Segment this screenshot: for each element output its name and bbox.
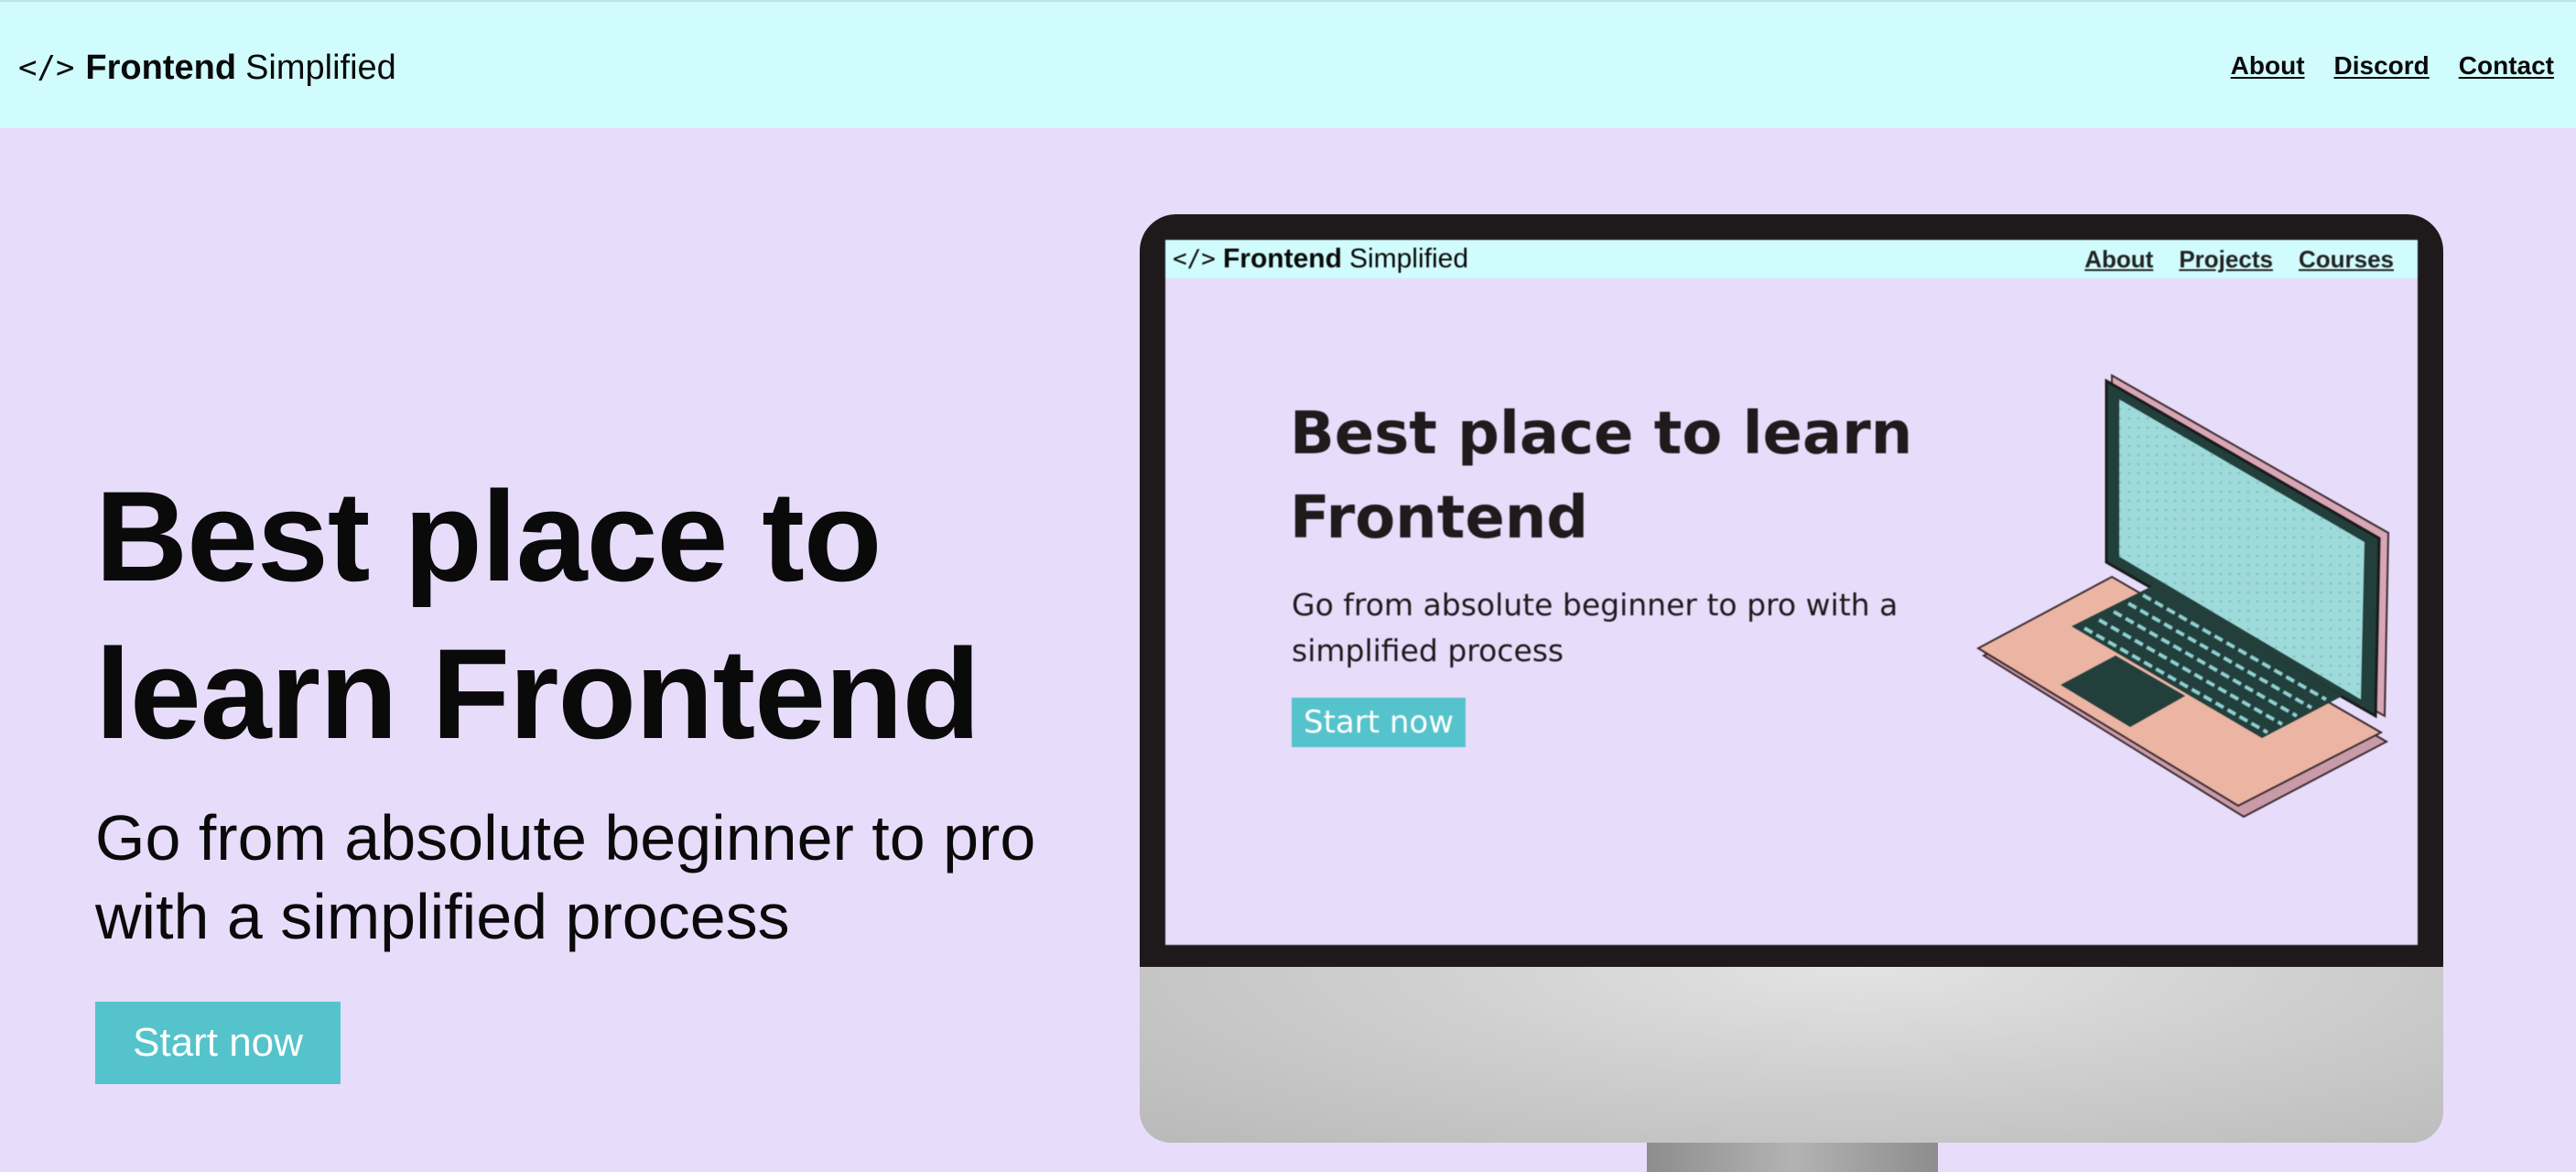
screen-hero-title: Best place to learn Frontend bbox=[1290, 392, 1949, 560]
screen-subtitle-line-2: simplified process bbox=[1292, 633, 1564, 668]
code-brackets-icon: </> bbox=[1173, 245, 1216, 273]
main-nav: About Discord Contact bbox=[2231, 51, 2554, 81]
monitor-stand bbox=[1647, 1143, 1938, 1172]
top-navbar: </> Frontend Simplified About Discord Co… bbox=[0, 0, 2576, 128]
screen-start-now-button: Start now bbox=[1292, 698, 1466, 747]
hero-subtitle-line-1: Go from absolute beginner to pro bbox=[95, 802, 1036, 874]
code-brackets-icon: </> bbox=[18, 49, 75, 86]
nav-link-discord[interactable]: Discord bbox=[2334, 51, 2430, 81]
hero-title: Best place to learn Frontend bbox=[95, 458, 1102, 773]
screen-logo-text-bold: Frontend bbox=[1222, 244, 1342, 274]
screen-navbar: </> Frontend Simplified About Projects C… bbox=[1165, 240, 2418, 278]
nav-link-about[interactable]: About bbox=[2231, 51, 2305, 81]
monitor-illustration: </> Frontend Simplified About Projects C… bbox=[1140, 214, 2443, 1172]
screen-title-line-2: Frontend bbox=[1290, 484, 1589, 552]
monitor-screen: </> Frontend Simplified About Projects C… bbox=[1165, 240, 2418, 945]
hero-title-line-2: learn Frontend bbox=[95, 622, 980, 765]
hero-subtitle-line-2: with a simplified process bbox=[95, 881, 790, 952]
monitor-chin bbox=[1140, 967, 2443, 1143]
screen-hero-subtitle: Go from absolute beginner to pro with a … bbox=[1292, 582, 1987, 674]
start-now-button[interactable]: Start now bbox=[95, 1002, 341, 1084]
logo-text-bold: Frontend bbox=[85, 48, 237, 87]
hero-title-line-1: Best place to bbox=[95, 464, 882, 608]
screen-logo-text-light: Simplified bbox=[1348, 244, 1469, 274]
screen-title-line-1: Best place to learn bbox=[1290, 400, 1913, 468]
screen-nav-courses: Courses bbox=[2298, 245, 2394, 273]
screen-subtitle-line-1: Go from absolute beginner to pro with a bbox=[1292, 587, 1899, 623]
nav-link-contact[interactable]: Contact bbox=[2459, 51, 2554, 81]
site-logo[interactable]: </> Frontend Simplified bbox=[18, 42, 396, 93]
screen-nav: About Projects Courses bbox=[2084, 245, 2394, 274]
hero-subtitle: Go from absolute beginner to pro with a … bbox=[95, 798, 1120, 956]
laptop-illustration bbox=[1975, 374, 2390, 819]
logo-text-light: Simplified bbox=[245, 48, 396, 87]
screen-nav-about: About bbox=[2084, 245, 2154, 273]
screen-logo: </> Frontend Simplified bbox=[1173, 244, 1468, 275]
screen-nav-projects: Projects bbox=[2179, 245, 2273, 273]
